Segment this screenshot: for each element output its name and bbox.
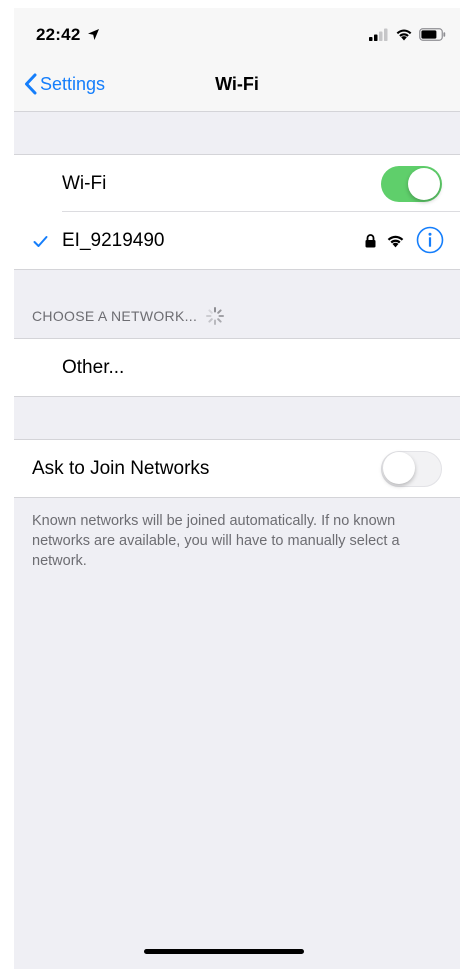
- wifi-signal-icon: [387, 235, 404, 248]
- ask-to-join-footer: Known networks will be joined automatica…: [32, 513, 400, 569]
- clock-text: 22:42: [36, 25, 81, 44]
- wifi-status-icon: [396, 29, 412, 41]
- wifi-toggle-row: Wi-Fi: [14, 155, 460, 212]
- cellular-signal-icon: [369, 28, 388, 41]
- other-label: Other...: [62, 356, 125, 378]
- toggle-knob: [408, 167, 440, 200]
- home-indicator[interactable]: [144, 949, 304, 954]
- wifi-label: Wi-Fi: [62, 172, 107, 194]
- loading-spinner-icon: [206, 307, 225, 325]
- other-network-row[interactable]: Other...: [14, 339, 460, 396]
- other-group: Other...: [14, 338, 460, 397]
- info-icon[interactable]: [416, 226, 444, 254]
- ask-to-join-group: Ask to Join Networks: [14, 439, 460, 498]
- status-icons: [369, 27, 446, 41]
- location-arrow-icon: [88, 29, 100, 40]
- status-time: 22:42: [36, 25, 100, 45]
- toggle-knob: [383, 452, 415, 484]
- ask-to-join-label: Ask to Join Networks: [32, 457, 210, 479]
- settings-screen: 22:42 Settings Wi-Fi Wi-Fi EI_9219490 CH…: [14, 8, 460, 969]
- choose-network-header: CHOOSE A NETWORK...: [32, 306, 225, 326]
- checkmark-icon: [33, 236, 48, 247]
- choose-network-label: CHOOSE A NETWORK...: [32, 308, 198, 324]
- network-name: EI_9219490: [62, 229, 165, 251]
- status-bar: 22:42: [14, 8, 460, 60]
- wifi-toggle[interactable]: [381, 165, 442, 202]
- wifi-group: Wi-Fi EI_9219490: [14, 154, 460, 270]
- page-title: Wi-Fi: [215, 74, 259, 94]
- battery-icon: [419, 27, 446, 41]
- ask-to-join-toggle[interactable]: [381, 450, 442, 487]
- network-row-connected[interactable]: EI_9219490: [14, 212, 460, 269]
- lock-icon: [365, 234, 376, 248]
- ask-to-join-row: Ask to Join Networks: [14, 440, 460, 497]
- navigation-bar: Settings Wi-Fi: [14, 60, 460, 112]
